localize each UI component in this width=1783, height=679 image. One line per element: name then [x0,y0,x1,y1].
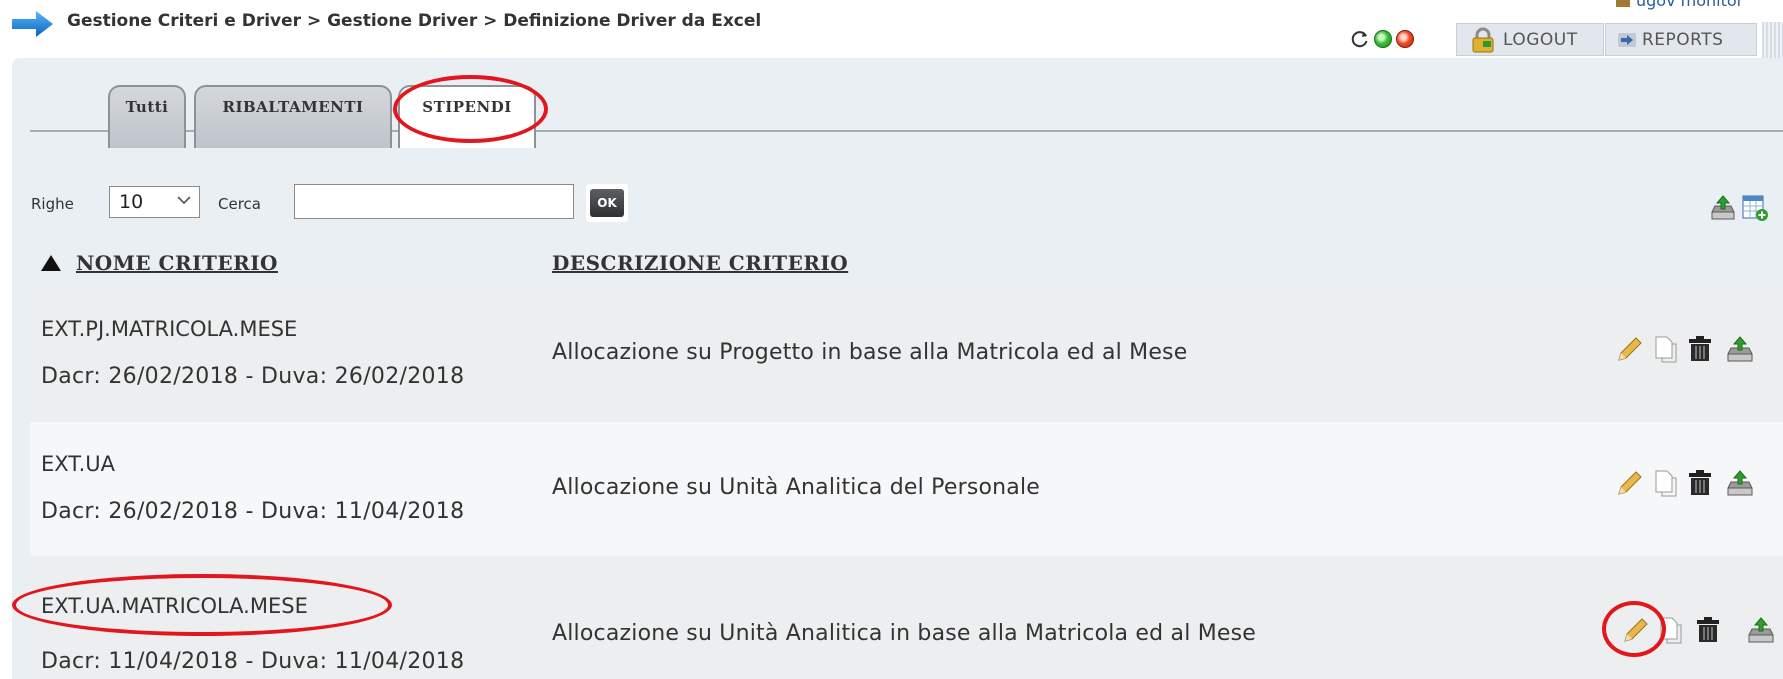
criterio-dates: Dacr: 11/04/2018 - Duva: 11/04/2018 [41,649,465,674]
criterio-name: EXT.UA [41,452,116,476]
criterio-description: Allocazione su Progetto in base alla Mat… [552,340,1188,365]
red-status-icon [1396,30,1414,48]
search-input[interactable] [294,184,574,219]
cerca-label: Cerca [218,195,261,213]
righe-label: Righe [31,195,74,213]
logout-button[interactable]: LOGOUT [1456,23,1604,56]
lock-icon [1472,27,1494,52]
new-sheet-icon[interactable] [1741,194,1769,222]
edit-pencil-icon[interactable] [1615,334,1645,364]
header-edge-decoration [1762,22,1783,58]
status-icons [1350,28,1414,50]
annotation-circle-name [12,574,392,636]
user-icon [1616,0,1630,7]
annotation-circle-edit [1602,601,1666,657]
chevron-down-icon [177,196,191,205]
logout-label: LOGOUT [1503,29,1578,50]
download-icon[interactable] [1725,468,1755,498]
criterio-dates: Dacr: 26/02/2018 - Duva: 26/02/2018 [41,364,465,389]
criterio-dates: Dacr: 26/02/2018 - Duva: 11/04/2018 [41,499,465,524]
ok-button[interactable]: OK [586,184,628,222]
download-icon[interactable] [1725,334,1755,364]
breadcrumb: Gestione Criteri e Driver > Gestione Dri… [67,11,762,31]
sort-ascending-icon[interactable] [40,254,62,272]
edit-pencil-icon[interactable] [1615,468,1645,498]
righe-value: 10 [119,191,144,213]
trash-icon[interactable] [1685,468,1715,498]
tab-tutti[interactable]: Tutti [108,85,186,148]
refresh-icon[interactable] [1350,29,1370,49]
ok-label: OK [590,189,624,217]
import-icon[interactable] [1709,194,1737,222]
copy-icon[interactable] [1650,468,1680,498]
annotation-circle-tab [393,75,548,143]
righe-select[interactable]: 10 [109,186,200,218]
arrow-right-icon [12,11,53,37]
green-status-icon [1374,30,1392,48]
reports-label: REPORTS [1642,29,1724,50]
criterio-description: Allocazione su Unità Analitica del Perso… [552,475,1041,500]
tab-ribaltamenti[interactable]: RIBALTAMENTI [194,85,392,148]
user-link[interactable]: ugov monitor [1616,0,1743,10]
download-icon[interactable] [1746,615,1776,645]
trash-icon[interactable] [1693,615,1723,645]
user-name: ugov monitor [1636,0,1744,10]
criterio-description: Allocazione su Unità Analitica in base a… [552,621,1257,646]
column-header-nome-criterio[interactable]: NOME CRITERIO [76,251,278,275]
arrow-icon [1618,32,1636,47]
table-row: EXT.UA Dacr: 26/02/2018 - Duva: 11/04/20… [30,422,1783,556]
copy-icon[interactable] [1650,334,1680,364]
table-row: EXT.PJ.MATRICOLA.MESE Dacr: 26/02/2018 -… [30,286,1783,422]
trash-icon[interactable] [1685,334,1715,364]
criterio-name: EXT.PJ.MATRICOLA.MESE [41,317,298,341]
reports-button[interactable]: REPORTS [1605,23,1757,56]
column-header-descrizione-criterio[interactable]: DESCRIZIONE CRITERIO [552,251,848,275]
